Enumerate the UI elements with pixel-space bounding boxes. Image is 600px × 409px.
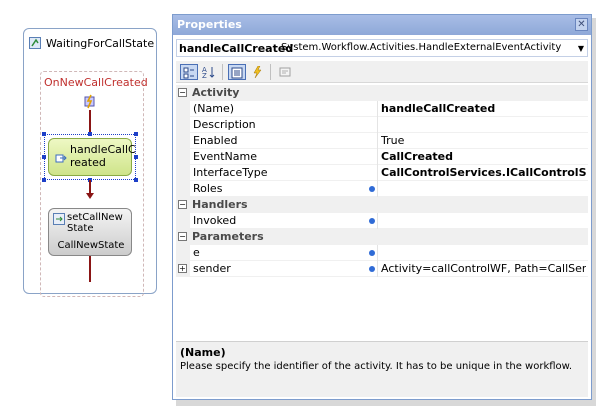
category-label: Handlers bbox=[192, 198, 248, 211]
property-row[interactable]: Enabled True bbox=[176, 133, 588, 149]
description-text: Please specify the identifier of the act… bbox=[180, 361, 573, 372]
event-driven-activity[interactable]: OnNewCallCreated handleCallC reated setC… bbox=[40, 71, 148, 297]
properties-titlebar[interactable]: Properties ✕ bbox=[173, 15, 591, 35]
properties-window[interactable]: Properties ✕ handleCallCreated System.Wo… bbox=[172, 14, 592, 400]
property-value[interactable]: handleCallCreated bbox=[381, 102, 586, 115]
property-value[interactable]: CallCreated bbox=[381, 150, 586, 163]
target-state-label: CallNewState bbox=[57, 240, 125, 251]
property-name: Enabled bbox=[193, 134, 238, 147]
property-row[interactable]: Invoked bbox=[176, 213, 588, 229]
property-row[interactable]: InterfaceType CallControlServices.ICallC… bbox=[176, 165, 588, 181]
bind-icon[interactable] bbox=[369, 218, 375, 224]
svg-text:Z: Z bbox=[202, 72, 207, 79]
close-icon[interactable]: ✕ bbox=[575, 18, 588, 31]
properties-icon[interactable] bbox=[228, 64, 246, 80]
selection-handle[interactable] bbox=[42, 178, 46, 182]
bind-icon[interactable] bbox=[369, 266, 375, 272]
property-name: InterfaceType bbox=[193, 166, 268, 179]
property-name: Invoked bbox=[193, 214, 237, 227]
category-handlers[interactable]: − Handlers bbox=[176, 197, 588, 213]
activity-label: handleCallC reated bbox=[70, 143, 136, 169]
selection-handle[interactable] bbox=[88, 132, 92, 136]
state-activity[interactable]: WaitingForCallState OnNewCallCreated han… bbox=[23, 28, 157, 297]
alphabetical-icon[interactable]: AZ bbox=[200, 64, 218, 80]
object-type: System.Workflow.Activities.HandleExterna… bbox=[281, 42, 562, 53]
state-icon bbox=[29, 37, 41, 49]
property-name: Roles bbox=[193, 182, 223, 195]
toolbar-separator bbox=[270, 64, 271, 80]
bind-icon[interactable] bbox=[369, 250, 375, 256]
property-value[interactable]: True bbox=[381, 134, 586, 147]
category-activity[interactable]: − Activity bbox=[176, 85, 588, 101]
chevron-down-icon[interactable]: ▼ bbox=[578, 44, 584, 53]
collapse-icon[interactable]: − bbox=[178, 200, 187, 209]
state-title: WaitingForCallState bbox=[46, 36, 155, 50]
object-selector[interactable]: handleCallCreated System.Workflow.Activi… bbox=[176, 39, 588, 57]
selection-handle[interactable] bbox=[42, 132, 46, 136]
expand-icon[interactable]: + bbox=[178, 264, 187, 273]
connector-line bbox=[89, 180, 91, 194]
description-title: (Name) bbox=[180, 346, 226, 359]
set-state-icon bbox=[53, 213, 65, 225]
set-state-activity[interactable]: setCallNew State CallNewState bbox=[48, 208, 132, 256]
window-shadow bbox=[176, 400, 596, 406]
property-name: (Name) bbox=[193, 102, 235, 115]
state-header: WaitingForCallState bbox=[29, 35, 154, 51]
property-row[interactable]: Roles bbox=[176, 181, 588, 197]
category-label: Activity bbox=[192, 86, 240, 99]
connector-line bbox=[89, 110, 91, 134]
property-name: sender bbox=[193, 262, 231, 275]
collapse-icon[interactable]: − bbox=[178, 88, 187, 97]
handle-event-icon bbox=[55, 154, 67, 163]
property-row[interactable]: + sender Activity=callControlWF, Path=Ca… bbox=[176, 261, 588, 277]
property-value[interactable]: Activity=callControlWF, Path=CallSender bbox=[381, 262, 586, 275]
toolbar-separator bbox=[222, 64, 223, 80]
window-title: Properties bbox=[177, 18, 242, 31]
property-value[interactable]: CallControlServices.ICallControlService bbox=[381, 166, 586, 179]
description-pane: (Name) Please specify the identifier of … bbox=[176, 341, 588, 397]
selection-handle[interactable] bbox=[134, 132, 138, 136]
category-label: Parameters bbox=[192, 230, 264, 243]
property-row[interactable]: (Name) handleCallCreated bbox=[176, 101, 588, 117]
property-row[interactable]: EventName CallCreated bbox=[176, 149, 588, 165]
connector-arrow bbox=[86, 193, 94, 199]
event-driven-icon bbox=[84, 94, 95, 109]
events-icon[interactable] bbox=[248, 64, 266, 80]
collapse-icon[interactable]: − bbox=[178, 232, 187, 241]
property-name: e bbox=[193, 246, 200, 259]
properties-toolbar: AZ bbox=[176, 61, 588, 83]
object-name: handleCallCreated bbox=[179, 42, 294, 55]
selection-handle[interactable] bbox=[134, 178, 138, 182]
activity-label: setCallNew State bbox=[67, 212, 123, 234]
bind-icon[interactable] bbox=[369, 186, 375, 192]
property-name: Description bbox=[193, 118, 256, 131]
category-parameters[interactable]: − Parameters bbox=[176, 229, 588, 245]
categorized-icon[interactable] bbox=[180, 64, 198, 80]
property-grid: − Activity (Name) handleCallCreated Desc… bbox=[176, 85, 588, 337]
selection-handle[interactable] bbox=[42, 155, 46, 159]
property-name: EventName bbox=[193, 150, 257, 163]
connector-line bbox=[89, 256, 91, 282]
window-shadow bbox=[592, 18, 596, 406]
property-row[interactable]: e bbox=[176, 245, 588, 261]
property-row[interactable]: Description bbox=[176, 117, 588, 133]
handle-external-event-activity[interactable]: handleCallC reated bbox=[48, 138, 136, 176]
event-driven-title: OnNewCallCreated bbox=[44, 76, 148, 89]
property-pages-icon[interactable] bbox=[276, 64, 294, 80]
